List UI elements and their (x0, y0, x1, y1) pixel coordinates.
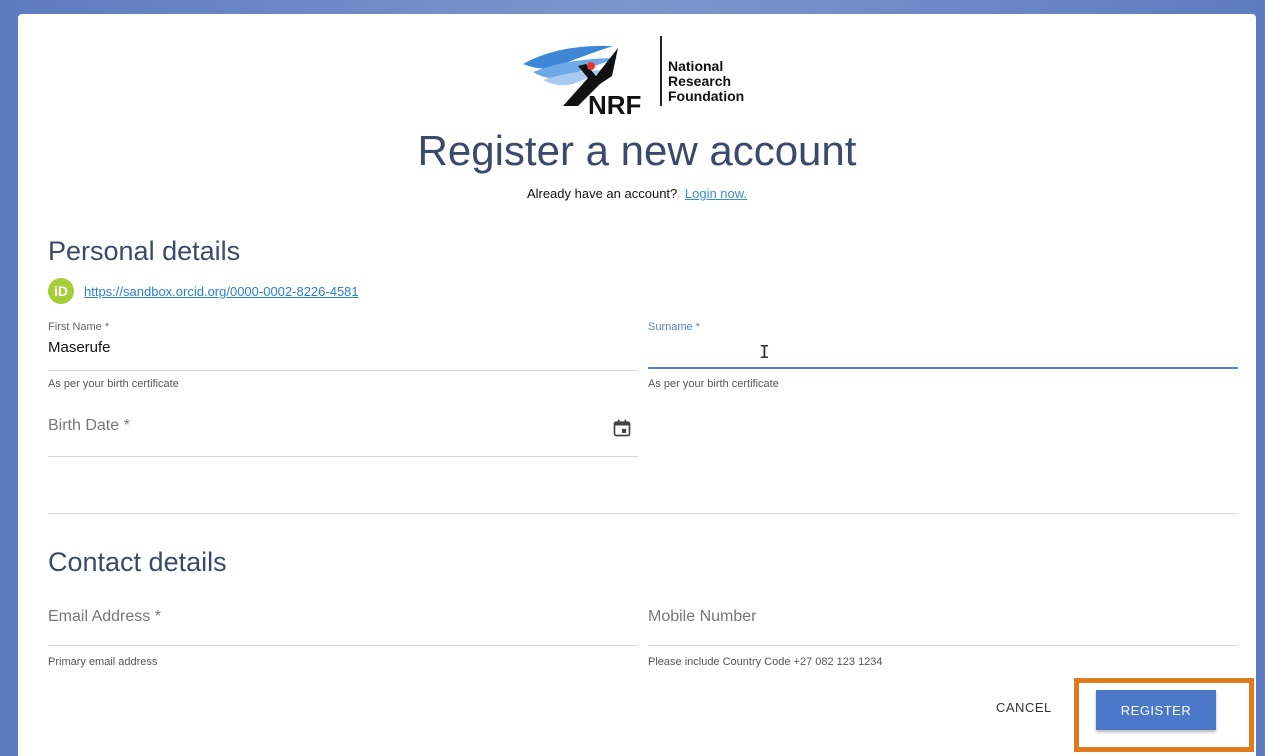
logo-line-1: National (668, 58, 724, 74)
first-name-hint: As per your birth certificate (48, 378, 179, 390)
nrf-logo-mark: NRF (523, 45, 641, 120)
first-name-field[interactable]: First Name * Maserufe (48, 321, 638, 371)
already-text: Already have an account? (526, 186, 678, 201)
birth-date-field[interactable]: Birth Date * (48, 417, 598, 455)
surname-underline (648, 367, 1238, 369)
svg-text:NRF: NRF (588, 90, 641, 116)
birth-date-label: Birth Date * (48, 417, 130, 434)
surname-hint: As per your birth certificate (648, 378, 779, 390)
page-title: Register a new account (417, 127, 857, 174)
logo-line-2: Research (668, 73, 732, 89)
email-field[interactable]: Email Address * (48, 608, 638, 644)
cancel-button[interactable]: CANCEL (990, 699, 1058, 716)
section-divider (48, 513, 1238, 514)
orcid-icon: iD (48, 278, 74, 304)
birth-date-underline (48, 456, 638, 457)
register-card: NRF National Research Foundation Registe… (18, 14, 1256, 756)
email-label: Email Address * (48, 608, 161, 625)
email-underline (48, 645, 638, 646)
email-hint: Primary email address (48, 656, 158, 668)
mobile-number-label: Mobile Number (648, 608, 757, 625)
text-cursor-icon: I (759, 342, 770, 363)
mobile-number-field[interactable]: Mobile Number (648, 608, 1238, 644)
contact-details-heading: Contact details (48, 547, 227, 577)
logo-text: National Research Foundation (668, 59, 744, 104)
mobile-number-underline (648, 645, 1238, 646)
first-name-value[interactable]: Maserufe (48, 339, 638, 356)
logo-divider (660, 36, 662, 106)
calendar-icon[interactable] (612, 418, 632, 438)
logo-line-3: Foundation (668, 88, 745, 104)
personal-details-heading: Personal details (48, 236, 241, 266)
login-link[interactable]: Login now. (685, 186, 747, 201)
first-name-label: First Name * (48, 321, 110, 333)
already-have-account: Already have an account? Login now. (18, 186, 1256, 201)
register-button[interactable]: REGISTER (1096, 690, 1216, 730)
surname-label: Surname * (648, 321, 700, 333)
orcid-link[interactable]: https://sandbox.orcid.org/0000-0002-8226… (84, 284, 359, 299)
mobile-number-hint: Please include Country Code +27 082 123 … (648, 656, 883, 668)
first-name-underline (48, 370, 638, 371)
surname-field[interactable]: Surname * (648, 321, 1238, 371)
orcid-row: iD https://sandbox.orcid.org/0000-0002-8… (48, 278, 359, 304)
nrf-logo: NRF National Research Foundation (518, 36, 778, 126)
